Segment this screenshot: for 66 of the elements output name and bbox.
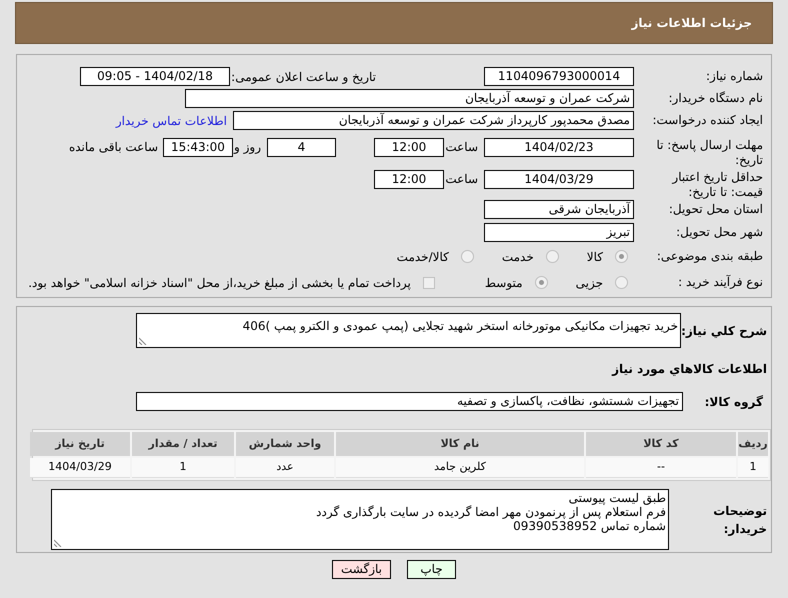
table-cell: کلرین جامد [336,458,584,478]
resize-grip-icon[interactable] [54,539,62,547]
column-header: نام کالا [336,432,584,456]
table-cell: 1 [738,458,768,478]
radio-button[interactable] [615,276,628,289]
field-label: کالا [586,248,603,266]
radio-button[interactable] [534,276,548,289]
column-header: کد کالا [586,432,736,456]
column-header: واحد شمارش [236,432,334,456]
column-header: تاریخ نیاز [30,432,130,456]
table-cell: 1 [132,458,234,478]
page-title: جزئیات اطلاعات نیاز [631,15,752,32]
column-header: تعداد / مقدار [132,432,234,456]
field-label: متوسط [484,274,523,292]
table-cell: 1404/03/29 [30,458,130,478]
field-label: شرح کلي نياز: [681,322,768,340]
table-cell: -- [586,458,736,478]
field-label: پرداخت تمام یا بخشی از مبلغ خرید،از محل "اسناد خزانه اسلامی" خواهد بود. [28,274,411,292]
input-field[interactable]: 1404/02/23 [484,138,634,157]
radio-button[interactable] [615,250,628,263]
input-field[interactable]: 4 [267,138,336,157]
input-field[interactable]: شرکت عمران و توسعه آذربایجان [185,89,634,108]
field-label: استان محل تحویل: [668,202,764,217]
note-line: فرم استعلام پس از پرنمودن مهر امضا گردیده در سایت بارگذاری گردد [316,505,666,519]
field-label: شماره نیاز: [705,69,764,84]
field-label: ایجاد کننده درخواست: [651,113,764,128]
input-field[interactable]: 1104096793000014 [484,67,634,86]
field-label: ساعت [444,139,479,156]
checkbox[interactable] [422,276,435,288]
input-field[interactable]: 1404/03/29 [484,170,634,189]
table-cell: عدد [236,458,334,478]
text-area[interactable]: طبق لیست پیوستی فرم استعلام پس از پرنمودن مهر امضا گردیده در سایت بارگذاری گردد شماره تماس 09390538952 [51,489,669,550]
field-label: ساعت باقی مانده [68,139,159,156]
input-field[interactable]: مصدق محمدپور کارپرداز شرکت عمران و توسعه آذربایجان [233,111,634,130]
field-label: جزیی [576,274,603,292]
radio-button[interactable] [460,250,474,263]
input-field[interactable]: 1404/02/18 - 09:05 [80,67,230,86]
input-field[interactable]: تجهیزات شستشو، نظافت، پاکسازی و تصفیه [136,392,683,411]
column-header: رديف [738,432,768,456]
input-field[interactable]: 12:00 [374,170,444,189]
field-label: توضیحات خریدار: [712,502,768,538]
field-label: خدمت [502,248,534,266]
field-label: ساعت [444,171,479,188]
field-label: نوع فرآیند خرید : [677,275,764,290]
input-field[interactable]: تبریز [484,223,634,242]
field-label: شهر محل تحویل: [675,225,764,240]
field-label: طبقه بندی موضوعی: [656,249,764,264]
text-area[interactable]: خرید تجهیزات مکانیکی موتورخانه استخر شهید تجلایی (پمپ عمودی و الکترو پمپ )406 [136,313,681,348]
radio-button[interactable] [546,250,559,263]
back-button[interactable]: بازگشت [332,560,391,579]
section-title: اطلاعات كالاهاي مورد نياز [610,361,768,378]
input-field[interactable]: 12:00 [374,138,444,157]
contact-link[interactable]: اطلاعات تماس خریدار [116,112,227,130]
note-line: طبق لیست پیوستی [568,491,666,505]
description-text: خرید تجهیزات مکانیکی موتورخانه استخر شهید تجلایی (پمپ عمودی و الکترو پمپ )406 [242,318,678,335]
note-line: شماره تماس 09390538952 [513,519,666,533]
field-label: کالا/خدمت [396,248,449,266]
resize-grip-icon[interactable] [139,337,147,345]
field-label: حداقل تاریخ اعتبار قیمت: تا تاریخ: [670,170,764,200]
print-button[interactable]: چاپ [407,560,456,579]
field-label: مهلت ارسال پاسخ: تا تاریخ: [655,138,764,168]
remaining-time-field[interactable]: 15:43:00 [163,138,233,157]
field-label: روز و [233,139,262,156]
field-label: نام دستگاه خریدار: [668,91,764,106]
field-label: گروه کالا: [704,394,764,410]
input-field[interactable]: آذربایجان شرقی [484,200,634,219]
